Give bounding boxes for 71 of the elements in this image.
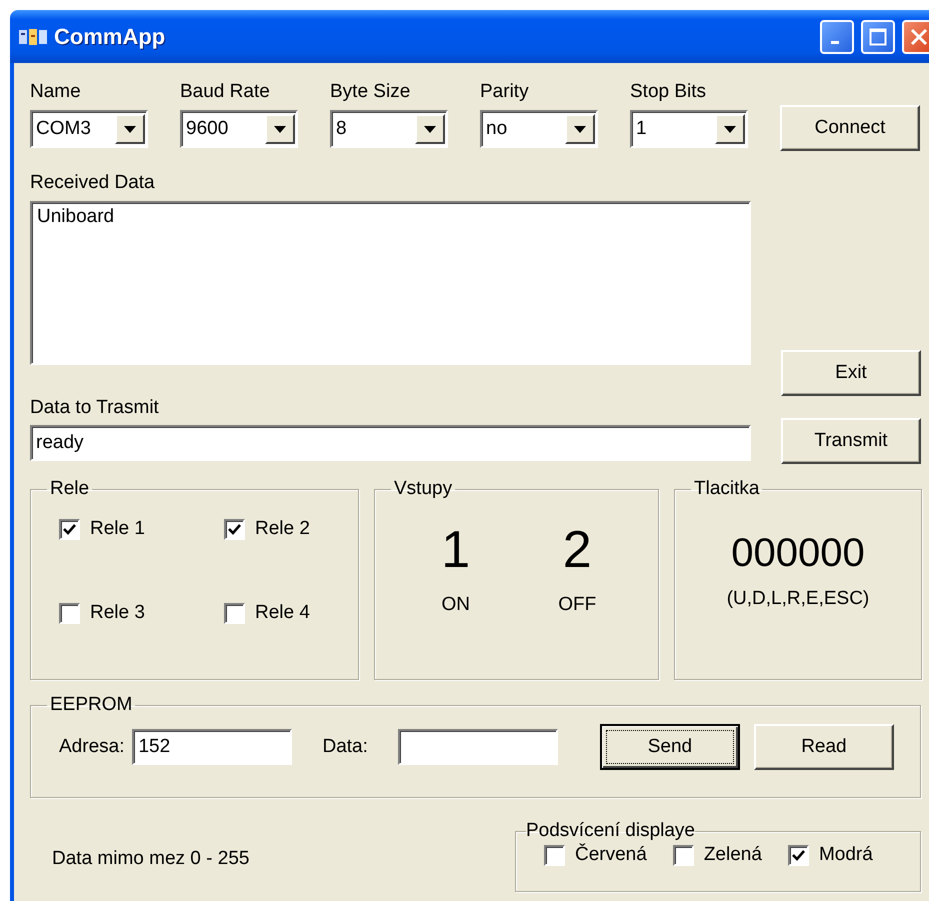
field-label: Data: xyxy=(322,736,368,758)
field-label: Parity xyxy=(480,81,530,103)
caret-icon xyxy=(124,126,136,132)
checkbox[interactable] xyxy=(224,518,245,540)
field-label: Stop Bits xyxy=(630,81,708,103)
exit-button[interactable]: Exit xyxy=(781,350,921,396)
minimize-button[interactable] xyxy=(820,20,854,54)
field-label: Baud Rate xyxy=(180,81,271,103)
dropdown-button[interactable] xyxy=(115,114,145,144)
status-message: Data mimo mez 0 - 255 xyxy=(52,848,250,870)
group-title: Rele xyxy=(49,478,90,500)
window-title: CommApp xyxy=(54,24,166,50)
close-icon xyxy=(910,28,928,46)
maximize-icon xyxy=(869,28,887,46)
checkbox[interactable] xyxy=(672,844,694,866)
app-icon xyxy=(18,26,48,46)
checkbox[interactable] xyxy=(59,602,80,624)
field-label: Received Data xyxy=(30,172,156,194)
dropdown-field[interactable]: COM3 xyxy=(30,110,148,148)
checkbox-label[interactable]: Modrá xyxy=(818,844,873,866)
caret-icon xyxy=(574,126,586,132)
dropdown-button[interactable] xyxy=(715,114,745,144)
checkbox-label[interactable]: Rele 4 xyxy=(255,602,310,624)
field-label: Byte Size xyxy=(330,81,412,103)
input-state: OFF xyxy=(558,594,596,616)
send-button[interactable]: Send xyxy=(600,724,740,770)
caret-icon xyxy=(274,126,286,132)
group-title: Vstupy xyxy=(393,478,454,500)
checkbox[interactable] xyxy=(224,602,245,624)
transmit-field[interactable]: ready xyxy=(30,425,751,461)
dropdown-field[interactable]: 1 xyxy=(630,110,748,148)
check-icon xyxy=(228,522,241,536)
check-icon xyxy=(63,522,76,536)
read-button[interactable]: Read xyxy=(754,724,894,770)
checkbox-label[interactable]: Rele 2 xyxy=(255,518,310,540)
field-label: Data to Trasmit xyxy=(30,397,160,419)
address-field[interactable]: 152 xyxy=(132,729,292,765)
input-number: 2 xyxy=(562,520,592,580)
dropdown-field[interactable]: 8 xyxy=(330,110,448,148)
checkbox-label[interactable]: Zelená xyxy=(704,844,762,866)
maximize-button[interactable] xyxy=(861,20,895,54)
dropdown-field[interactable]: 9600 xyxy=(180,110,298,148)
connect-button[interactable]: Connect xyxy=(780,105,920,151)
group-title: Podsvícení displaye xyxy=(526,820,695,842)
button-legend: (U,D,L,R,E,ESC) xyxy=(726,588,870,610)
input-state: ON xyxy=(441,594,470,616)
checkbox-label[interactable]: Rele 3 xyxy=(90,602,145,624)
dropdown-button[interactable] xyxy=(265,114,295,144)
input-number: 1 xyxy=(441,520,470,580)
caret-icon xyxy=(724,126,736,132)
checkbox[interactable] xyxy=(788,844,809,866)
dropdown-field[interactable]: no xyxy=(480,110,598,148)
field-label: Adresa: xyxy=(59,736,124,758)
group-title: EEPROM xyxy=(49,694,134,716)
dropdown-button[interactable] xyxy=(415,114,445,144)
received-data-area[interactable]: Uniboard xyxy=(30,201,751,365)
minimize-icon xyxy=(831,41,839,44)
checkbox-label[interactable]: Rele 1 xyxy=(90,518,145,540)
transmit-button[interactable]: Transmit xyxy=(781,418,921,464)
data-field[interactable] xyxy=(398,729,558,765)
check-icon xyxy=(792,848,805,862)
checkbox[interactable] xyxy=(59,518,80,540)
button-counter: 000000 xyxy=(731,530,865,576)
received-text: Uniboard xyxy=(37,206,114,227)
field-label: Name xyxy=(30,81,82,103)
close-button[interactable] xyxy=(902,20,929,54)
checkbox-label[interactable]: Červená xyxy=(575,844,647,866)
dropdown-button[interactable] xyxy=(565,114,595,144)
checkbox[interactable] xyxy=(544,844,565,866)
caret-icon xyxy=(424,126,436,132)
group-title: Tlacitka xyxy=(693,478,760,500)
